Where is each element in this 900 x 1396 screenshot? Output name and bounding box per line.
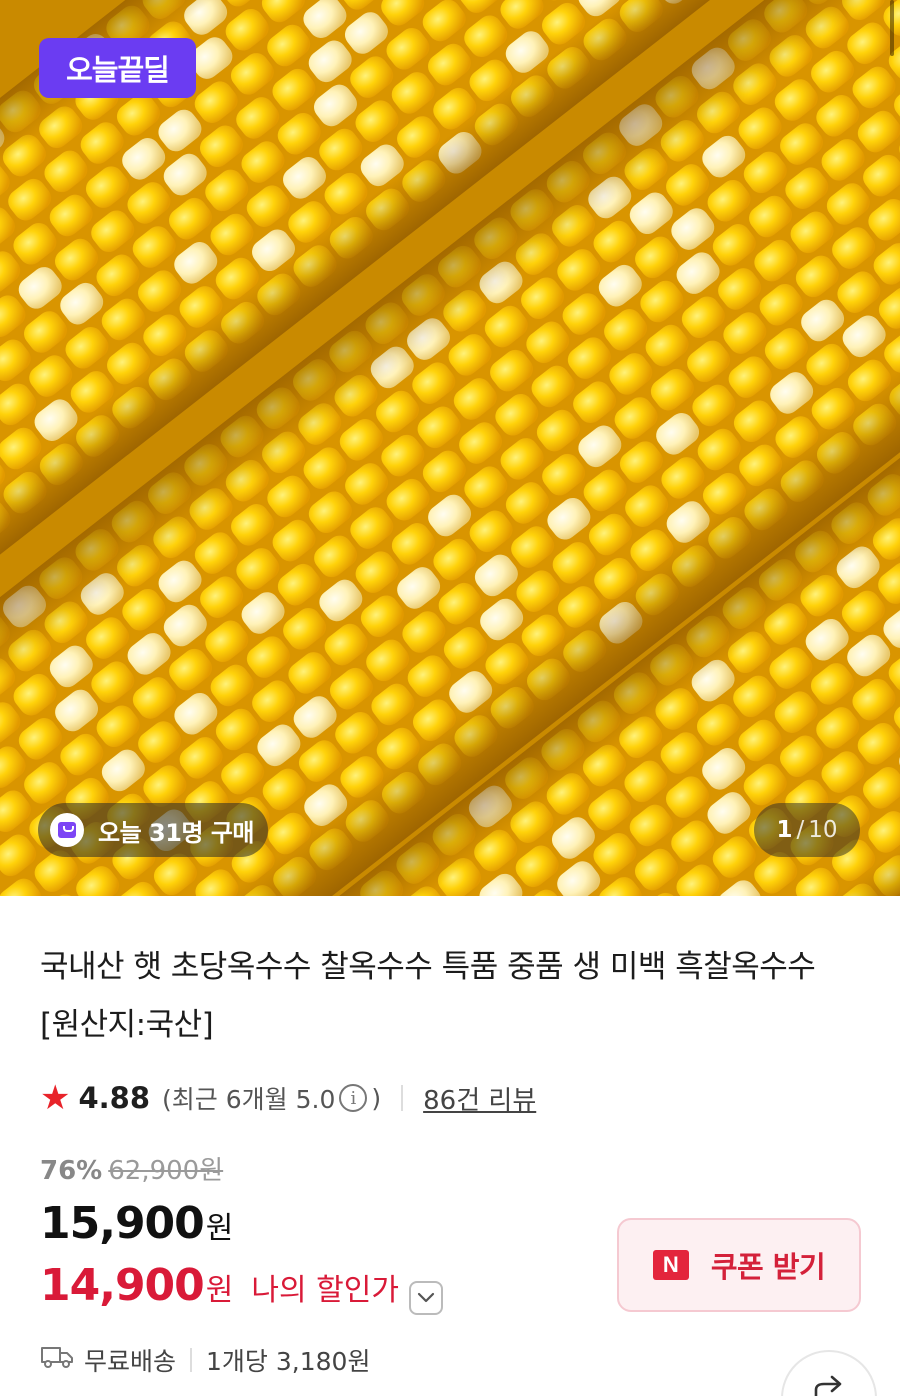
my-discount-row[interactable]: 14,900 원 나의 할인가 xyxy=(40,1260,443,1315)
coupon-button-label: 쿠폰 받기 xyxy=(710,1250,826,1284)
divider xyxy=(401,1085,404,1111)
info-icon[interactable]: i xyxy=(339,1084,368,1112)
free-shipping-text: 무료배송 xyxy=(84,1347,177,1376)
recent-rating-text: (최근 6개월 5.0 xyxy=(162,1085,336,1114)
recent-rating: (최근 6개월 5.0 i ) xyxy=(162,1080,381,1116)
share-icon xyxy=(812,1374,846,1396)
today-deal-badge: 오늘끝딜 xyxy=(39,38,196,98)
price-row: 15,900 원 xyxy=(40,1198,233,1249)
my-discount-label: 나의 할인가 xyxy=(251,1273,399,1308)
rating-row: ★ 4.88 (최근 6개월 5.0 i ) 86건 리뷰 xyxy=(40,1076,536,1120)
discount-row: 76% 62,900원 xyxy=(40,1150,223,1187)
chevron-down-icon[interactable] xyxy=(408,1281,443,1315)
original-price: 62,900원 xyxy=(108,1156,224,1186)
my-discount-price: 14,900 xyxy=(40,1260,205,1311)
star-icon: ★ xyxy=(40,1078,71,1118)
recent-rating-close: ) xyxy=(371,1083,382,1113)
shopping-bag-icon xyxy=(50,813,84,847)
product-image[interactable]: 오늘끝딜 오늘 31명 구매 1 / 10 xyxy=(0,0,900,896)
discount-percent: 76% xyxy=(40,1156,103,1186)
naver-n-icon: N xyxy=(652,1250,689,1280)
page-total: 10 xyxy=(808,817,838,843)
sale-price: 15,900 xyxy=(40,1198,205,1249)
divider xyxy=(190,1348,193,1372)
shipping-row: 무료배송 1개당 3,180원 xyxy=(40,1342,370,1378)
truck-icon xyxy=(40,1344,74,1376)
my-discount-price-unit: 원 xyxy=(205,1273,234,1308)
image-page-indicator: 1 / 10 xyxy=(754,803,860,857)
share-button[interactable] xyxy=(781,1350,877,1396)
page-current: 1 xyxy=(776,817,793,843)
review-count-link[interactable]: 86건 리뷰 xyxy=(423,1080,536,1117)
coupon-button[interactable]: N 쿠폰 받기 xyxy=(617,1218,861,1312)
corn-photo xyxy=(0,0,900,896)
purchase-count-pill: 오늘 31명 구매 xyxy=(38,803,268,857)
scroll-indicator[interactable] xyxy=(890,0,894,56)
unit-price-text: 1개당 3,180원 xyxy=(206,1347,371,1376)
page-separator: / xyxy=(796,817,805,843)
sale-price-unit: 원 xyxy=(205,1211,234,1246)
purchase-count-text: 오늘 31명 구매 xyxy=(98,818,255,847)
product-title: 국내산 햇 초당옥수수 찰옥수수 특품 중품 생 미백 흑찰옥수수 [원산지:국… xyxy=(40,949,816,1043)
rating-score: 4.88 xyxy=(78,1081,151,1115)
